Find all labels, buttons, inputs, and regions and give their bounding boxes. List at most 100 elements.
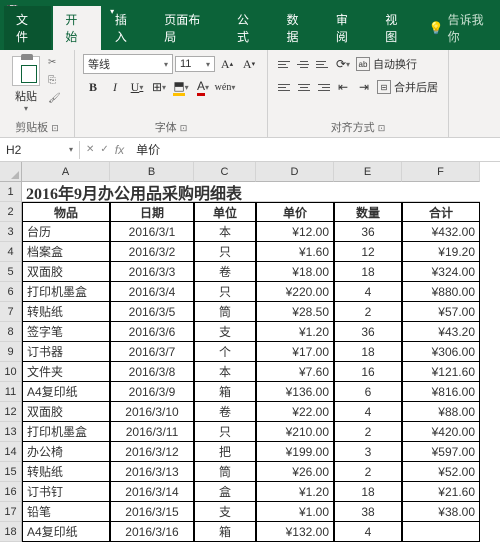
data-cell[interactable]: 4 xyxy=(334,402,402,422)
header-cell[interactable]: 单价 xyxy=(256,202,334,222)
data-cell[interactable]: ¥1.20 xyxy=(256,322,334,342)
data-cell[interactable]: 2016/3/11 xyxy=(110,422,194,442)
data-cell[interactable]: ¥324.00 xyxy=(402,262,480,282)
enter-icon[interactable]: ✓ xyxy=(100,144,108,155)
wrap-text-button[interactable]: ab自动换行 xyxy=(354,55,419,73)
merge-button[interactable]: ⊟合并后居 xyxy=(375,78,440,96)
tell-me[interactable]: 💡告诉我你 xyxy=(423,6,500,50)
data-cell[interactable]: ¥18.00 xyxy=(256,262,334,282)
data-cell[interactable]: 36 xyxy=(334,322,402,342)
data-cell[interactable]: ¥880.00 xyxy=(402,282,480,302)
align-left-icon[interactable] xyxy=(276,78,294,96)
row-header-12[interactable]: 12 xyxy=(0,402,22,422)
cut-icon[interactable]: ✂ xyxy=(48,54,66,70)
data-cell[interactable]: ¥210.00 xyxy=(256,422,334,442)
col-header-A[interactable]: A xyxy=(22,162,110,182)
data-cell[interactable]: ¥220.00 xyxy=(256,282,334,302)
fx-icon[interactable]: fx xyxy=(115,143,124,157)
align-top-icon[interactable] xyxy=(276,55,294,73)
data-cell[interactable]: 36 xyxy=(334,222,402,242)
header-cell[interactable]: 日期 xyxy=(110,202,194,222)
data-cell[interactable]: 18 xyxy=(334,482,402,502)
col-header-B[interactable]: B xyxy=(110,162,194,182)
data-cell[interactable]: 只 xyxy=(194,282,256,302)
row-header-14[interactable]: 14 xyxy=(0,442,22,462)
data-cell[interactable]: 2016/3/3 xyxy=(110,262,194,282)
data-cell[interactable]: 本 xyxy=(194,362,256,382)
data-cell[interactable]: ¥816.00 xyxy=(402,382,480,402)
data-cell[interactable]: 2016/3/16 xyxy=(110,522,194,542)
data-cell[interactable]: 筒 xyxy=(194,302,256,322)
increase-font-icon[interactable]: A▴ xyxy=(217,54,237,74)
data-cell[interactable]: 筒 xyxy=(194,462,256,482)
data-cell[interactable] xyxy=(402,522,480,542)
data-cell[interactable]: 2016/3/15 xyxy=(110,502,194,522)
data-cell[interactable]: 双面胶 xyxy=(22,262,110,282)
data-cell[interactable]: ¥432.00 xyxy=(402,222,480,242)
formula-bar[interactable]: 单价 xyxy=(130,139,500,160)
data-cell[interactable]: 4 xyxy=(334,282,402,302)
col-header-E[interactable]: E xyxy=(334,162,402,182)
row-header-10[interactable]: 10 xyxy=(0,362,22,382)
data-cell[interactable]: 2016/3/2 xyxy=(110,242,194,262)
data-cell[interactable]: 18 xyxy=(334,342,402,362)
data-cell[interactable]: ¥1.20 xyxy=(256,482,334,502)
data-cell[interactable]: 卷 xyxy=(194,402,256,422)
header-cell[interactable]: 数量 xyxy=(334,202,402,222)
data-cell[interactable]: 支 xyxy=(194,322,256,342)
data-cell[interactable]: 箱 xyxy=(194,382,256,402)
fill-color-button[interactable]: ⬒▾ xyxy=(171,77,191,97)
data-cell[interactable]: ¥26.00 xyxy=(256,462,334,482)
data-cell[interactable]: 2 xyxy=(334,422,402,442)
header-cell[interactable]: 物品 xyxy=(22,202,110,222)
row-header-1[interactable]: 1 xyxy=(0,182,22,202)
row-header-13[interactable]: 13 xyxy=(0,422,22,442)
align-middle-icon[interactable] xyxy=(295,55,313,73)
data-cell[interactable]: 2016/3/10 xyxy=(110,402,194,422)
data-cell[interactable]: ¥121.60 xyxy=(402,362,480,382)
tab-insert[interactable]: 插入 xyxy=(103,6,150,50)
data-cell[interactable]: 2016/3/5 xyxy=(110,302,194,322)
data-cell[interactable]: ¥57.00 xyxy=(402,302,480,322)
col-header-D[interactable]: D xyxy=(256,162,334,182)
col-header-C[interactable]: C xyxy=(194,162,256,182)
data-cell[interactable]: 2016/3/1 xyxy=(110,222,194,242)
data-cell[interactable]: 本 xyxy=(194,222,256,242)
tab-file[interactable]: 文件 xyxy=(4,6,51,50)
data-cell[interactable]: ¥132.00 xyxy=(256,522,334,542)
data-cell[interactable]: ¥28.50 xyxy=(256,302,334,322)
row-header-5[interactable]: 5 xyxy=(0,262,22,282)
data-cell[interactable]: 个 xyxy=(194,342,256,362)
data-cell[interactable]: ¥597.00 xyxy=(402,442,480,462)
data-cell[interactable]: 2016/3/9 xyxy=(110,382,194,402)
data-cell[interactable]: 4 xyxy=(334,522,402,542)
header-cell[interactable]: 合计 xyxy=(402,202,480,222)
orientation-icon[interactable]: ⟳▾ xyxy=(333,54,353,74)
data-cell[interactable]: 6 xyxy=(334,382,402,402)
italic-button[interactable]: I xyxy=(105,77,125,97)
decrease-font-icon[interactable]: A▾ xyxy=(239,54,259,74)
cancel-icon[interactable]: ✕ xyxy=(86,144,94,155)
data-cell[interactable]: ¥199.00 xyxy=(256,442,334,462)
data-cell[interactable]: 只 xyxy=(194,422,256,442)
format-painter-icon[interactable]: 🖌 xyxy=(48,90,66,106)
data-cell[interactable]: ¥21.60 xyxy=(402,482,480,502)
tab-data[interactable]: 数据 xyxy=(274,6,321,50)
name-box[interactable]: H2▾ xyxy=(0,141,80,159)
data-cell[interactable]: 打印机墨盒 xyxy=(22,282,110,302)
data-cell[interactable]: ¥7.60 xyxy=(256,362,334,382)
data-cell[interactable]: ¥136.00 xyxy=(256,382,334,402)
font-name-combo[interactable]: 等线▾ xyxy=(83,54,173,74)
data-cell[interactable]: A4复印纸 xyxy=(22,522,110,542)
data-cell[interactable]: ¥38.00 xyxy=(402,502,480,522)
data-cell[interactable]: 3 xyxy=(334,442,402,462)
data-cell[interactable]: ¥88.00 xyxy=(402,402,480,422)
data-cell[interactable]: 2016/3/13 xyxy=(110,462,194,482)
data-cell[interactable]: 支 xyxy=(194,502,256,522)
data-cell[interactable]: ¥43.20 xyxy=(402,322,480,342)
align-center-icon[interactable] xyxy=(295,78,313,96)
row-header-17[interactable]: 17 xyxy=(0,502,22,522)
tab-formulas[interactable]: 公式 xyxy=(225,6,272,50)
data-cell[interactable]: 2016/3/6 xyxy=(110,322,194,342)
data-cell[interactable]: 卷 xyxy=(194,262,256,282)
